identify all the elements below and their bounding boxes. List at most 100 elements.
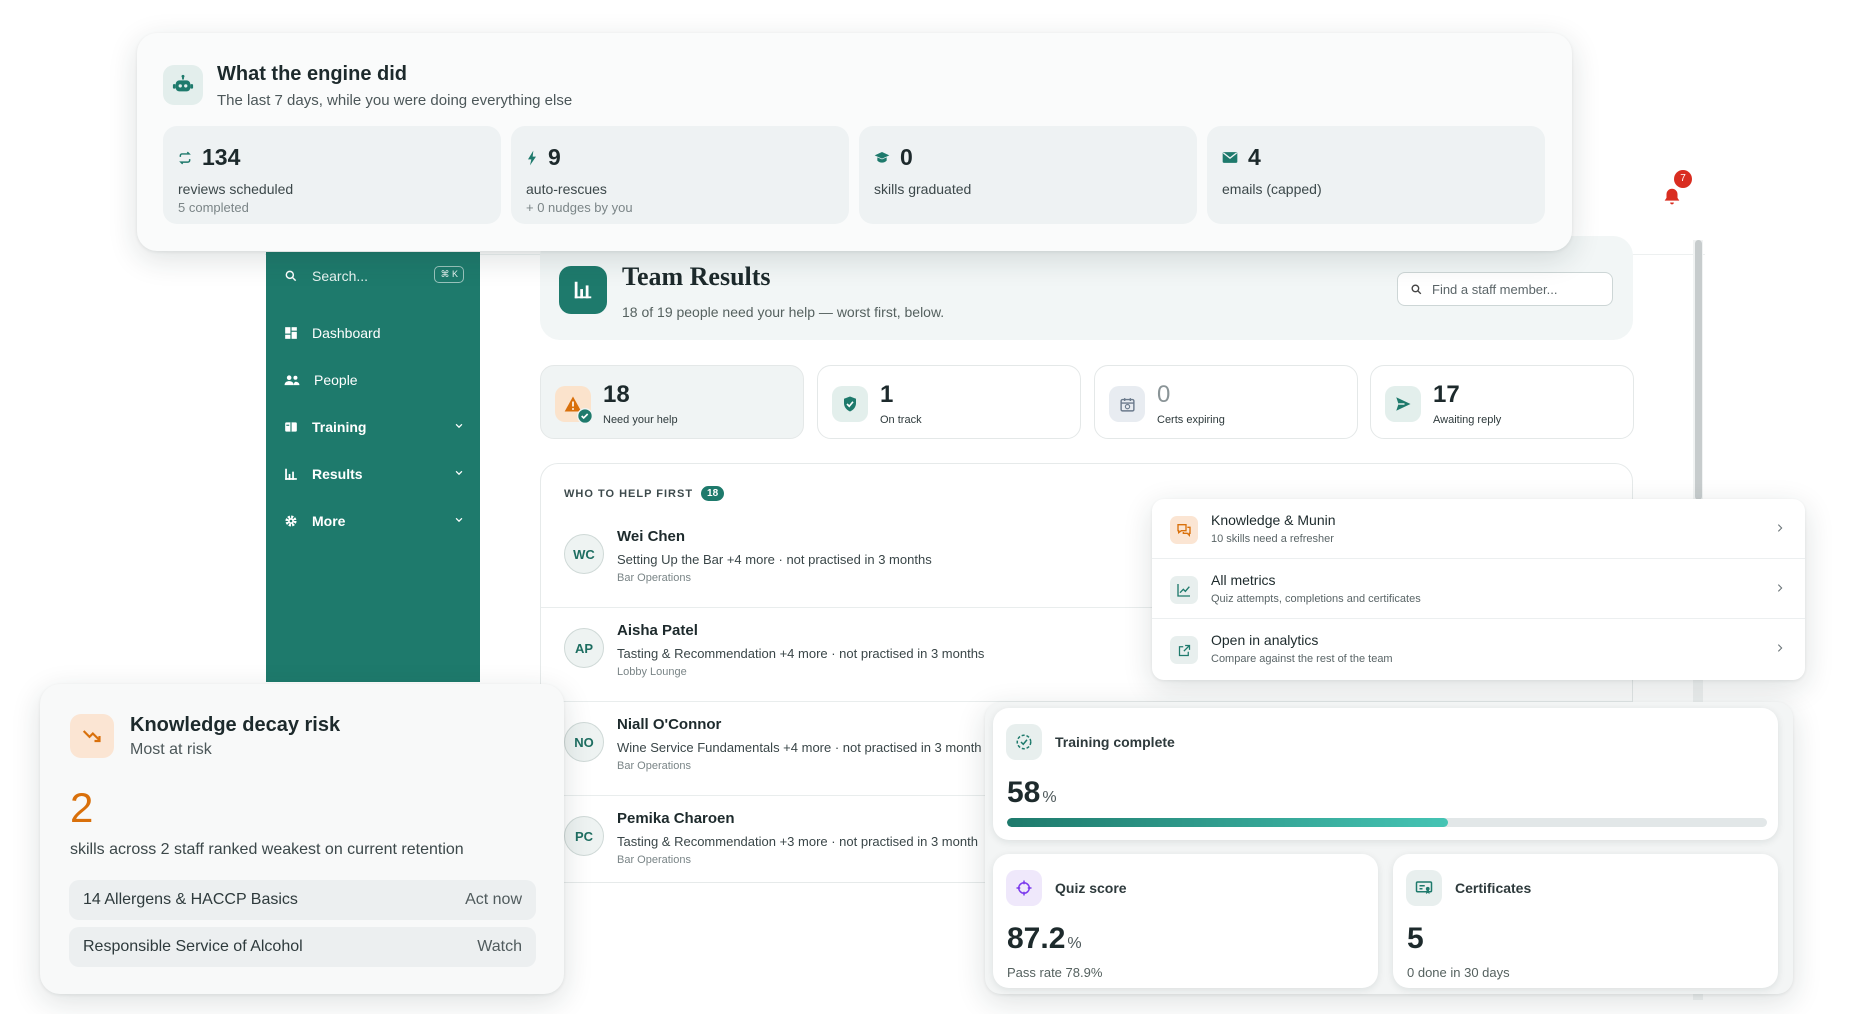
- decay-skill-row[interactable]: 14 Allergens & HACCP Basics Act now: [69, 880, 536, 920]
- metric-value: 58%: [1007, 776, 1057, 810]
- sidebar-item-results[interactable]: Results: [284, 461, 464, 487]
- trend-down-icon-tile: [70, 714, 114, 758]
- tile-sublabel: 5 completed: [178, 200, 249, 215]
- quiz-score-card[interactable]: Quiz score 87.2% Pass rate 78.9%: [993, 854, 1378, 988]
- person-detail: Tasting & Recommendation +3 more · not p…: [617, 834, 978, 849]
- shield-icon-tile: [832, 386, 868, 422]
- training-progress-bar: [1007, 818, 1767, 827]
- chevron-down-icon: [455, 517, 463, 523]
- repeat-icon: [179, 151, 191, 164]
- sidebar-search-label: Search...: [312, 268, 369, 284]
- engine-tile-emails: 4 emails (capped): [1207, 126, 1545, 224]
- staff-search-input[interactable]: [1432, 281, 1592, 297]
- line-chart-icon: [1177, 584, 1190, 597]
- link-knowledge-munin[interactable]: Knowledge & Munin 10 skills need a refre…: [1152, 499, 1805, 559]
- metric-unit: %: [1042, 789, 1057, 806]
- link-all-metrics[interactable]: All metrics Quiz attempts, completions a…: [1152, 559, 1805, 619]
- sidebar-item-more[interactable]: More: [284, 508, 464, 534]
- link-subtitle: Compare against the rest of the team: [1211, 653, 1393, 665]
- training-complete-card[interactable]: Training complete 58%: [993, 708, 1778, 840]
- person-name: Wei Chen: [617, 528, 686, 545]
- tile-sublabel: + 0 nudges by you: [526, 200, 633, 215]
- chevron-down-icon: [455, 423, 463, 429]
- sidebar-item-label: Training: [312, 419, 367, 435]
- tile-label: reviews scheduled: [178, 181, 294, 197]
- chart-icon-tile: [1170, 576, 1198, 604]
- certificate-icon: [1415, 881, 1433, 894]
- tile-label: skills graduated: [874, 181, 972, 197]
- decay-card-subtitle: Most at risk: [130, 741, 212, 758]
- bar-chart-icon: [285, 468, 297, 480]
- stat-certs-expiring[interactable]: 0 Certs expiring: [1094, 365, 1358, 439]
- skill-name: 14 Allergens & HACCP Basics: [83, 891, 298, 908]
- sidebar-search[interactable]: Search... ⌘ K: [284, 262, 464, 290]
- calendar-icon: [1119, 397, 1135, 412]
- page-subtitle: 18 of 19 people need your help — worst f…: [622, 304, 945, 320]
- users-icon: [284, 375, 300, 386]
- tile-label: emails (capped): [1222, 181, 1322, 197]
- bar-chart-icon: [574, 281, 592, 299]
- stat-need-help[interactable]: 18 Need your help: [540, 365, 804, 439]
- person-detail: Tasting & Recommendation +4 more · not p…: [617, 646, 985, 661]
- staff-search-box[interactable]: [1397, 272, 1613, 306]
- skill-status: Watch: [477, 938, 522, 955]
- person-department: Bar Operations: [617, 854, 691, 866]
- engine-tile-auto-rescues: 9 auto-rescues + 0 nudges by you: [511, 126, 849, 224]
- sidebar-item-training[interactable]: Training: [284, 414, 464, 440]
- robot-icon: [172, 74, 194, 92]
- stat-on-track[interactable]: 1 On track: [817, 365, 1081, 439]
- page-title: Team Results: [622, 262, 771, 291]
- shield-check-icon: [844, 396, 856, 412]
- sidebar-item-label: Results: [312, 466, 363, 482]
- list-heading: WHO TO HELP FIRST 18: [564, 486, 725, 501]
- engine-card-subtitle: The last 7 days, while you were doing ev…: [217, 92, 573, 109]
- notifications-button[interactable]: [1661, 186, 1683, 208]
- avatar: NO: [564, 722, 604, 762]
- sidebar-item-people[interactable]: People: [284, 367, 464, 393]
- grid-icon: [285, 327, 297, 339]
- book-icon: [285, 422, 297, 432]
- tile-value: 134: [202, 144, 241, 170]
- avatar: AP: [564, 628, 604, 668]
- sidebar-item-label: More: [312, 513, 346, 529]
- tile-label: auto-rescues: [526, 181, 607, 197]
- chevron-right-icon: [1777, 524, 1783, 532]
- link-subtitle: 10 skills need a refresher: [1211, 533, 1334, 545]
- stat-value: 18: [603, 381, 630, 408]
- metric-subtext: Pass rate 78.9%: [1007, 965, 1103, 980]
- metric-subtext: 0 done in 30 days: [1407, 965, 1510, 980]
- decay-card-title: Knowledge decay risk: [130, 714, 341, 736]
- metric-title: Certificates: [1455, 880, 1532, 896]
- decay-skill-row[interactable]: Responsible Service of Alcohol Watch: [69, 927, 536, 967]
- avatar: PC: [564, 816, 604, 856]
- progress-circle-icon: [1016, 734, 1032, 750]
- quiz-value: 87.2: [1007, 922, 1066, 955]
- warning-icon-tile: [555, 386, 593, 424]
- metric-value: 87.2%: [1007, 922, 1082, 956]
- sidebar-item-dashboard[interactable]: Dashboard: [284, 320, 464, 346]
- certificates-card[interactable]: Certificates 5 0 done in 30 days: [1393, 854, 1778, 988]
- search-icon: [1411, 283, 1422, 294]
- tile-value: 9: [548, 144, 561, 170]
- engine-summary-card: What the engine did The last 7 days, whi…: [137, 33, 1572, 251]
- scrollbar-thumb[interactable]: [1695, 240, 1702, 500]
- stat-value: 17: [1433, 381, 1460, 408]
- send-icon-tile: [1385, 386, 1421, 422]
- stat-awaiting-reply[interactable]: 17 Awaiting reply: [1370, 365, 1634, 439]
- link-open-analytics[interactable]: Open in analytics Compare against the re…: [1152, 619, 1805, 679]
- stat-value: 0: [1157, 381, 1171, 408]
- stat-label: Need your help: [603, 414, 678, 426]
- certificate-icon-tile: [1406, 870, 1442, 906]
- person-detail: Wine Service Fundamentals +4 more · not …: [617, 740, 982, 755]
- training-progress-fill: [1007, 818, 1448, 827]
- bell-icon: [1664, 188, 1680, 205]
- graduation-cap-icon: [874, 151, 890, 163]
- avatar: WC: [564, 534, 604, 574]
- training-value: 58: [1007, 776, 1041, 809]
- link-title: Open in analytics: [1211, 632, 1319, 648]
- tile-value: 0: [900, 144, 913, 170]
- engine-tile-reviews: 134 reviews scheduled 5 completed: [163, 126, 501, 224]
- stat-label: Certs expiring: [1157, 414, 1225, 426]
- team-results-header: Team Results 18 of 19 people need your h…: [540, 236, 1633, 340]
- person-department: Lobby Lounge: [617, 666, 687, 678]
